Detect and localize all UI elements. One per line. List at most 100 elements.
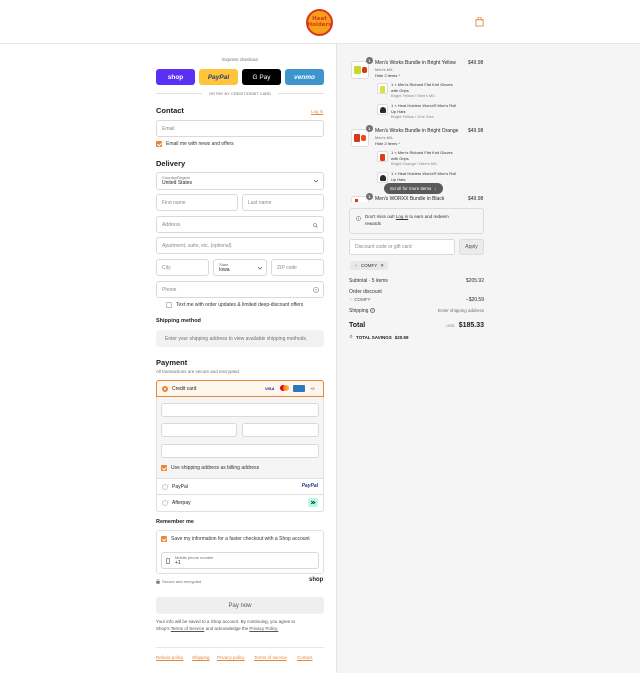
last-name-input[interactable]: Last name (242, 194, 324, 211)
hat-thumbnail (377, 104, 388, 115)
glove-thumbnail (377, 83, 388, 94)
shipping-row: Shipping ? Enter shipping address (349, 308, 484, 314)
privacy-policy-link[interactable]: Privacy Policy. (249, 626, 278, 631)
email-input[interactable]: Email (156, 120, 324, 137)
phone-input[interactable]: Phone ? (156, 281, 324, 298)
divider-right (278, 93, 324, 94)
discount-code-input[interactable]: Discount code or gift card (349, 239, 455, 255)
discount-code-tag: ♢ COMFY ✕ (350, 261, 389, 270)
total-value: $185.33 (458, 322, 484, 329)
afterpay-option[interactable]: Afterpay (156, 495, 324, 512)
billing-same-row[interactable]: Use shipping address as billing address (161, 465, 259, 471)
paypal-option-label: PayPal (172, 484, 188, 490)
terms-of-service-footer-link[interactable]: Terms of service (254, 655, 287, 660)
name-on-card-input[interactable] (161, 444, 319, 458)
afterpay-radio[interactable] (162, 500, 168, 506)
help-circle-icon[interactable]: ? (369, 308, 375, 313)
card-cvv-input[interactable] (242, 423, 319, 437)
save-info-checkbox[interactable] (161, 536, 167, 542)
quantity-badge: 1 (366, 193, 373, 200)
text-offers-row[interactable]: Text me with order updates & limited dee… (166, 302, 303, 308)
remove-tag-icon[interactable]: ✕ (380, 263, 384, 269)
mobile-phone-input[interactable]: Mobile phone number +1 (161, 552, 319, 569)
afterpay-logo-icon (308, 498, 318, 507)
paypal-express-button[interactable]: PayPal (199, 69, 238, 85)
rewards-login-link[interactable]: Log in (396, 214, 408, 219)
country-select[interactable]: Country/Region United States (156, 172, 324, 190)
credit-card-option[interactable]: Credit card VISA +5 (156, 380, 324, 397)
address-input[interactable]: Address (156, 216, 324, 233)
scroll-hint-label: Scroll for more items (390, 186, 432, 191)
card-expiry-input[interactable] (161, 423, 237, 437)
first-name-input[interactable]: First name (156, 194, 238, 211)
city-input[interactable]: City (156, 259, 209, 276)
state-select[interactable]: State Iowa (213, 259, 267, 276)
shop-pay-button[interactable]: shop (156, 69, 195, 85)
legal-line1: Your info will be saved to a Shop accoun… (156, 619, 296, 624)
shipping-link[interactable]: Shipping (192, 655, 210, 660)
chevron-down-icon (314, 180, 318, 183)
cart-item-title: Men's WORXX Bundle in Black (375, 196, 445, 202)
text-offers-checkbox[interactable] (166, 302, 172, 308)
product-thumbnail (351, 61, 369, 79)
cart-item-price: $49.98 (468, 128, 484, 134)
address-placeholder: Address (162, 221, 181, 228)
secure-encrypted-text: Secure and encrypted (162, 579, 202, 584)
sub-item-variant: Bright Orange / Men's M/L (391, 161, 438, 166)
sub-item-title-line1: 1 × Heat Holders Worxx® Men's Roll (391, 171, 457, 176)
help-circle-icon[interactable]: ? (313, 287, 319, 293)
save-info-row[interactable]: Save my information for a faster checkou… (161, 536, 310, 542)
cart-item-title: Men's Works Bundle in Bright Yellow (375, 60, 456, 66)
product-thumbnail (351, 129, 369, 147)
lock-icon (156, 579, 160, 584)
sub-item-title-line1: 1 × Men's Richard Flat Knit Gloves (391, 150, 453, 155)
contact-heading: Contact (156, 106, 184, 115)
sub-item: 1 × Heat Holders Worxx® Men's Roll Up Ha… (391, 171, 456, 182)
card-number-input[interactable] (161, 403, 319, 417)
pay-now-button[interactable]: Pay now (156, 597, 324, 614)
news-checkbox-label: Email me with news and offers (166, 141, 234, 147)
login-link[interactable]: Log in (311, 109, 323, 114)
zip-input[interactable]: ZIP code (271, 259, 324, 276)
paypal-logo-icon: PayPal (301, 483, 318, 489)
paypal-radio[interactable] (162, 484, 168, 490)
heat-holders-logo[interactable]: Heat Holders (306, 9, 333, 36)
shop-pay-label: shop (167, 73, 184, 81)
discount-code-row: ♢ COMFY −$20.59 (349, 297, 484, 303)
contact-link[interactable]: Contact (297, 655, 313, 660)
venmo-button[interactable]: venmo (285, 69, 324, 85)
hide-items-label: Hide 2 items (375, 73, 398, 78)
save-info-label: Save my information for a faster checkou… (171, 536, 310, 542)
hide-items-toggle[interactable]: Hide 2 items ^ (375, 141, 400, 146)
news-checkbox[interactable] (156, 141, 162, 147)
payment-subtitle: All transactions are secure and encrypte… (156, 369, 241, 374)
terms-of-service-link[interactable]: Terms of Service (171, 626, 205, 631)
hide-items-toggle[interactable]: Hide 2 items ^ (375, 73, 400, 78)
shipping-method-placeholder: Enter your shipping address to view avai… (156, 330, 324, 347)
sub-item-title-line1: 1 × Heat Holders Worxx® Men's Roll (391, 103, 457, 108)
credit-card-radio[interactable] (162, 386, 168, 392)
refund-policy-link[interactable]: Refund policy (156, 655, 183, 660)
news-checkbox-row[interactable]: Email me with news and offers (156, 141, 234, 147)
subtotal-value: $205.92 (465, 278, 484, 284)
paypal-option[interactable]: PayPal PayPal (156, 478, 324, 495)
search-icon (313, 223, 318, 228)
sub-item: 1 × Heat Holders Worxx® Men's Roll Up Ha… (391, 103, 456, 120)
google-pay-button[interactable]: G Pay (242, 69, 281, 85)
cart-item-price: $49.98 (468, 196, 484, 202)
apply-button[interactable]: Apply (459, 239, 484, 255)
visa-icon: VISA (265, 386, 275, 391)
apartment-input[interactable]: Apartment, suite, etc. (optional) (156, 237, 324, 254)
legal-line2-b: and acknowledge the (205, 625, 249, 631)
privacy-policy-footer-link[interactable]: Privacy policy (217, 655, 245, 660)
cart-item-size: Men's M/L (375, 67, 394, 72)
sub-item: 1 × Men's Richard Flat Knit Gloves with … (391, 150, 453, 167)
billing-same-checkbox[interactable] (161, 465, 167, 471)
shipping-value: Enter shipping address (437, 308, 484, 313)
shopping-bag-icon[interactable] (475, 17, 484, 27)
header: Heat Holders (0, 0, 640, 44)
total-savings-row: ♢ TOTAL SAVINGS $20.59 (349, 334, 408, 340)
scroll-for-more-pill[interactable]: Scroll for more items ↓ (384, 183, 443, 194)
svg-text:?: ? (315, 288, 317, 292)
quantity-badge: 1 (366, 57, 373, 64)
